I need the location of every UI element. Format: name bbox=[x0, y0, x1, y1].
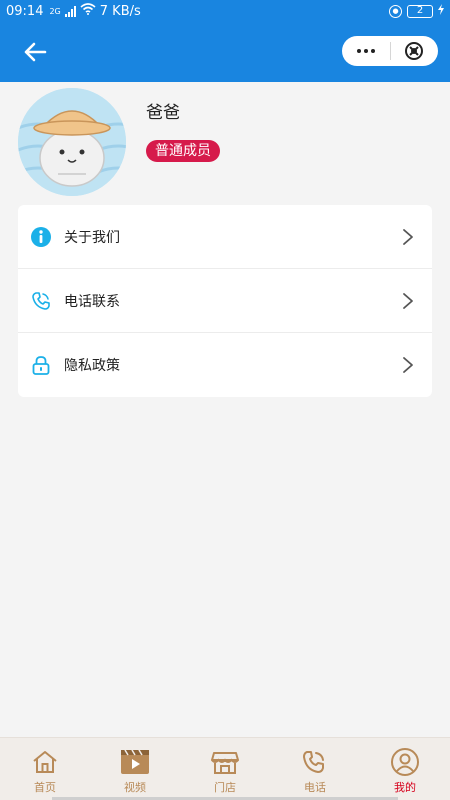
tab-home[interactable]: 首页 bbox=[0, 738, 90, 800]
menu-item-about-us[interactable]: 关于我们 bbox=[18, 205, 432, 269]
tab-label: 门店 bbox=[214, 781, 236, 794]
info-icon bbox=[30, 226, 52, 248]
close-circle-icon bbox=[405, 42, 424, 60]
chevron-right-icon bbox=[402, 228, 416, 246]
user-icon bbox=[390, 747, 420, 777]
menu-card: 关于我们 电话联系 隐私政策 bbox=[18, 205, 432, 397]
status-bar: 09:14 2G 7 KB/s ● 2 bbox=[0, 0, 450, 22]
chevron-right-icon bbox=[402, 292, 416, 310]
back-button[interactable] bbox=[18, 36, 52, 68]
network-type: 2G bbox=[49, 6, 61, 16]
wifi-icon bbox=[80, 3, 96, 19]
menu-item-privacy-policy[interactable]: 隐私政策 bbox=[18, 333, 432, 397]
tab-label: 首页 bbox=[34, 781, 56, 794]
phone-icon bbox=[30, 290, 52, 312]
tab-label: 视频 bbox=[124, 781, 146, 794]
cat-avatar-image bbox=[18, 88, 126, 196]
avatar[interactable] bbox=[18, 88, 126, 196]
more-dots-icon bbox=[356, 49, 375, 53]
rotation-lock-icon: ● bbox=[389, 4, 402, 18]
store-icon bbox=[210, 747, 240, 777]
chevron-right-icon bbox=[402, 356, 416, 374]
tab-phone[interactable]: 电话 bbox=[270, 738, 360, 800]
more-button[interactable] bbox=[342, 36, 390, 66]
charging-icon bbox=[438, 3, 444, 19]
lock-icon bbox=[30, 354, 52, 376]
menu-item-label: 电话联系 bbox=[64, 293, 120, 310]
tab-mine[interactable]: 我的 bbox=[360, 738, 450, 800]
member-level-badge: 普通成员 bbox=[146, 140, 220, 162]
network-speed: 7 KB/s bbox=[99, 3, 141, 19]
back-arrow-icon bbox=[24, 42, 47, 62]
tab-label: 电话 bbox=[304, 781, 326, 794]
tab-store[interactable]: 门店 bbox=[180, 738, 270, 800]
signal-icon bbox=[64, 5, 76, 17]
tab-label: 我的 bbox=[394, 781, 416, 794]
bottom-tab-bar: 首页 视频 门店 电话 我的 bbox=[0, 737, 450, 800]
menu-item-phone-contact[interactable]: 电话联系 bbox=[18, 269, 432, 333]
tab-video[interactable]: 视频 bbox=[90, 738, 180, 800]
menu-item-label: 关于我们 bbox=[64, 229, 120, 246]
status-time: 09:14 bbox=[6, 3, 44, 19]
video-icon bbox=[120, 747, 150, 777]
menu-item-label: 隐私政策 bbox=[64, 358, 120, 374]
mini-program-capsule bbox=[342, 36, 438, 66]
user-name: 爸爸 bbox=[146, 103, 180, 123]
close-button[interactable] bbox=[391, 36, 439, 66]
home-icon bbox=[30, 747, 60, 777]
navigation-bar bbox=[0, 22, 450, 82]
battery-icon: 2 bbox=[407, 4, 433, 18]
phone-icon bbox=[300, 747, 330, 777]
